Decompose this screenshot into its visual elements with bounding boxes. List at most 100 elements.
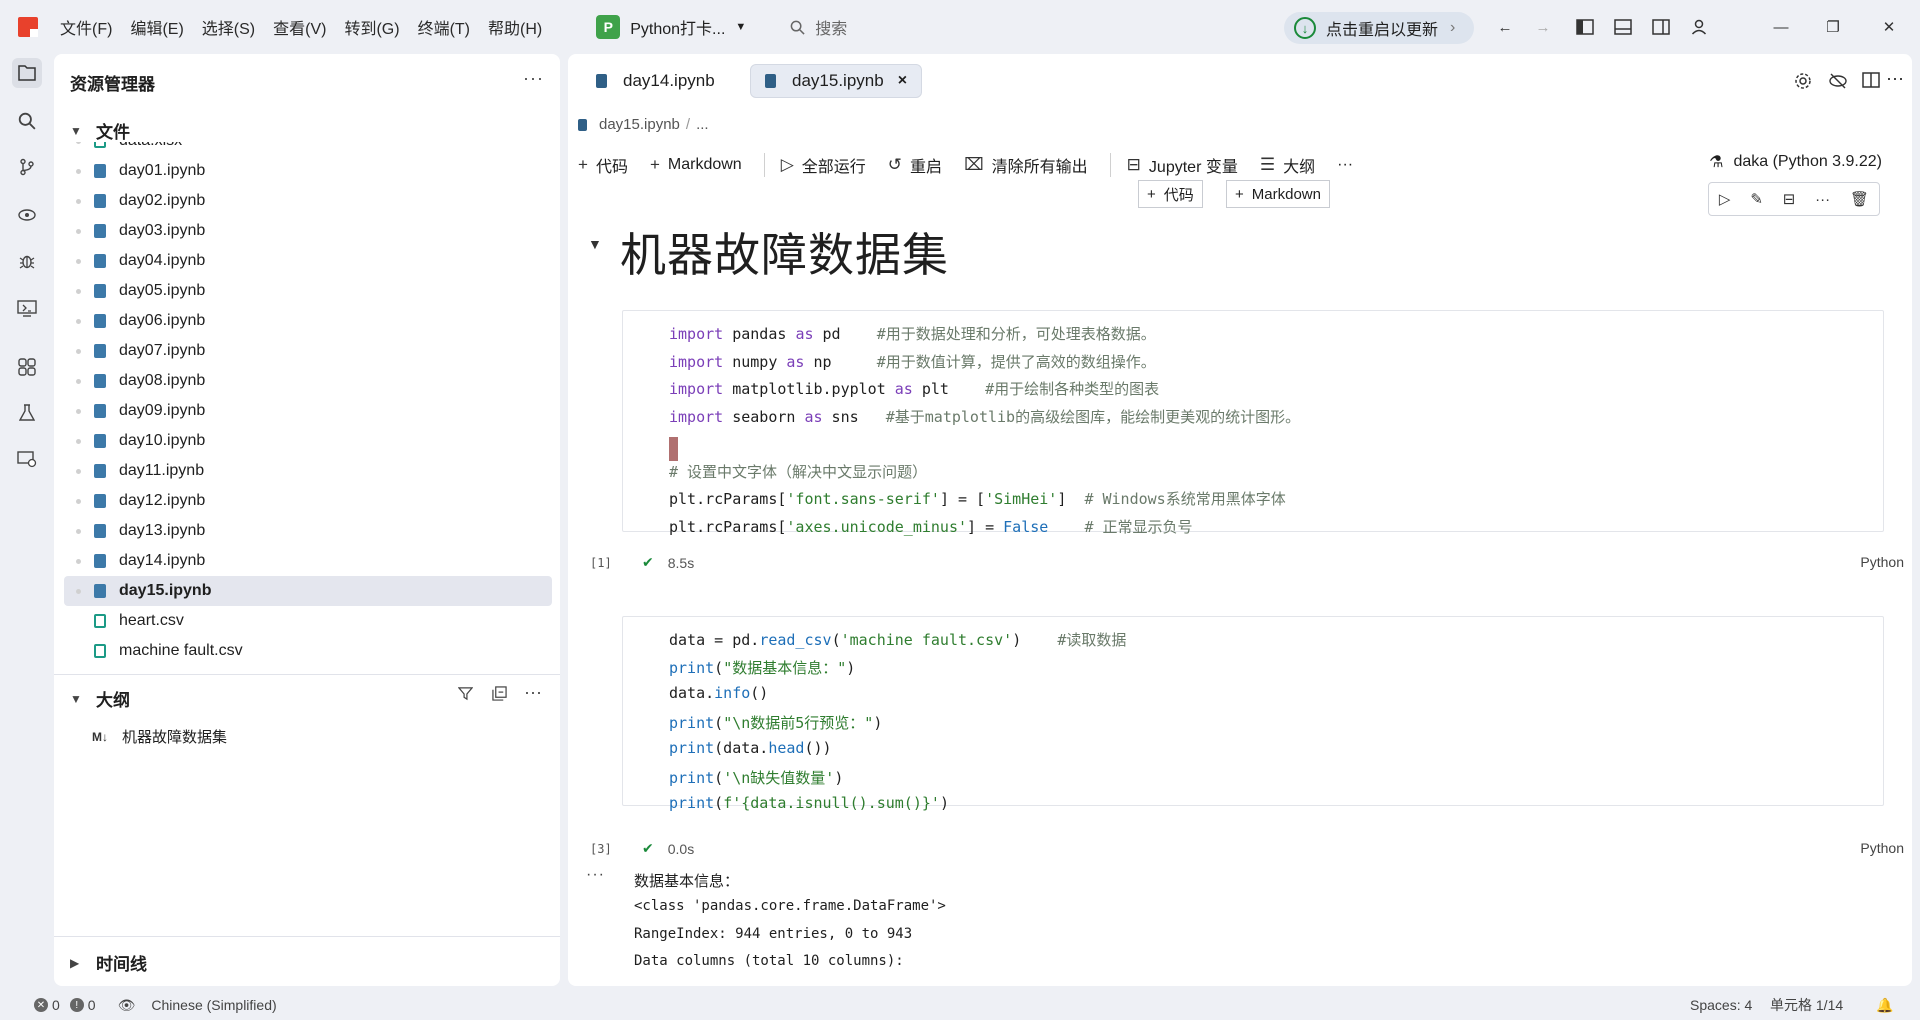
add-code-cell-button[interactable]: + 代码 xyxy=(578,153,628,177)
file-item[interactable]: day12.ipynb xyxy=(64,486,552,516)
extensions-icon[interactable] xyxy=(12,352,42,382)
restore-icon[interactable]: ❐ xyxy=(1822,16,1844,38)
explorer-icon[interactable] xyxy=(12,58,42,88)
outline-button[interactable]: ☰ 大纲 xyxy=(1260,153,1315,177)
restart-update-button[interactable]: ↓ 点击重启以更新 › xyxy=(1284,12,1474,44)
account-icon[interactable] xyxy=(1688,16,1710,38)
file-item[interactable]: day10.ipynb xyxy=(64,426,552,456)
file-dot xyxy=(76,228,81,234)
editor-more-icon[interactable]: ··· xyxy=(1886,68,1904,89)
testing-flask-icon[interactable] xyxy=(12,398,42,428)
split-editor-icon[interactable] xyxy=(1862,72,1880,92)
clear-outputs-button[interactable]: ⌧ 清除所有输出 xyxy=(964,153,1088,177)
insert-code-cell-button[interactable]: + 代码 xyxy=(1138,180,1203,208)
cell-position-status[interactable]: 单元格 1/14 xyxy=(1770,995,1843,1015)
menu-help[interactable]: 帮助(H) xyxy=(488,15,542,39)
close-icon[interactable]: × xyxy=(898,72,907,90)
breadcrumb-rest[interactable]: ... xyxy=(696,116,709,133)
menu-goto[interactable]: 转到(G) xyxy=(344,15,399,39)
kernel-selector[interactable]: ⚗ daka (Python 3.9.22) xyxy=(1709,152,1882,172)
eye-icon[interactable]: 👁 xyxy=(118,997,136,1014)
plus-icon: + xyxy=(649,155,660,174)
toggle-secondary-sidebar-icon[interactable] xyxy=(1650,16,1672,38)
insert-markdown-cell-button[interactable]: + Markdown xyxy=(1226,180,1330,208)
outline-more-icon[interactable]: ··· xyxy=(524,682,542,703)
cell-language-label[interactable]: Python xyxy=(1860,840,1904,856)
debug-icon[interactable] xyxy=(12,246,42,276)
restart-button[interactable]: ↺ 重启 xyxy=(888,153,942,177)
minimize-icon[interactable]: — xyxy=(1770,16,1792,38)
profile-selector[interactable]: P Python打卡... ▼ xyxy=(588,10,754,44)
add-markdown-label: Markdown xyxy=(667,156,742,173)
timeline-section-header[interactable]: ▶ 时间线 xyxy=(70,950,147,975)
more-actions-icon[interactable]: ··· xyxy=(523,68,544,89)
hide-icon[interactable] xyxy=(1828,72,1848,94)
output-more-icon[interactable]: ··· xyxy=(586,866,605,884)
tab-day14[interactable]: day14.ipynb xyxy=(582,64,729,98)
code-cell-2[interactable]: data = pd.read_csv('machine fault.csv') … xyxy=(622,616,1884,812)
breadcrumb-file[interactable]: day15.ipynb xyxy=(599,116,680,133)
collapse-all-icon[interactable] xyxy=(492,686,507,705)
menu-view[interactable]: 查看(V) xyxy=(273,15,326,39)
notebook-icon xyxy=(94,494,106,508)
tab-day15[interactable]: day15.ipynb × xyxy=(750,64,923,98)
file-item[interactable]: heart.csv xyxy=(64,606,552,636)
file-item[interactable]: day04.ipynb xyxy=(64,246,552,276)
jupyter-variables-button[interactable]: ⊟ Jupyter 变量 xyxy=(1127,153,1238,177)
files-section-header[interactable]: ▼ 文件 xyxy=(70,118,130,143)
file-item-data-xlsx[interactable]: data.xlsx xyxy=(64,142,552,156)
cell-more-icon[interactable]: ··· xyxy=(1815,191,1830,208)
outline-item-heading[interactable]: M↓ 机器故障数据集 xyxy=(92,726,227,747)
activity-bar xyxy=(0,54,54,986)
file-item[interactable]: day02.ipynb xyxy=(64,186,552,216)
file-item[interactable]: day14.ipynb xyxy=(64,546,552,576)
cell-language-label[interactable]: Python xyxy=(1860,554,1904,570)
notifications-bell-icon[interactable]: 🔔 xyxy=(1876,997,1893,1014)
add-markdown-cell-button[interactable]: + Markdown xyxy=(650,155,742,175)
check-icon: ✔ xyxy=(642,840,654,856)
file-item[interactable]: day05.ipynb xyxy=(64,276,552,306)
settings-gear-icon[interactable] xyxy=(1794,72,1812,94)
delete-trash-icon[interactable]: 🗑 xyxy=(1850,190,1869,208)
file-item[interactable]: day09.ipynb xyxy=(64,396,552,426)
edit-pencil-icon[interactable]: ✎ xyxy=(1750,190,1763,208)
collapse-chevron-icon[interactable]: ▼ xyxy=(588,236,602,252)
markdown-heading[interactable]: 机器故障数据集 xyxy=(620,219,949,285)
toggle-sidebar-icon[interactable] xyxy=(1574,16,1596,38)
indentation-status[interactable]: Spaces: 4 xyxy=(1690,997,1752,1013)
run-cell-icon[interactable]: ▷ xyxy=(1719,190,1731,208)
close-window-icon[interactable]: ✕ xyxy=(1878,16,1900,38)
outline-section-header[interactable]: ▼ 大纲 xyxy=(70,686,130,711)
file-list: data.xlsx day01.ipynb day02.ipynb day03.… xyxy=(64,142,552,672)
file-item[interactable]: day11.ipynb xyxy=(64,456,552,486)
filter-icon[interactable] xyxy=(457,686,474,705)
remote-explorer-2-icon[interactable] xyxy=(12,444,42,474)
source-control-icon[interactable] xyxy=(12,152,42,182)
remote-window-icon[interactable] xyxy=(12,294,42,324)
file-item[interactable]: day08.ipynb xyxy=(64,366,552,396)
split-cell-icon[interactable]: ⊟ xyxy=(1783,190,1796,208)
menu-terminal[interactable]: 终端(T) xyxy=(418,15,470,39)
menu-select[interactable]: 选择(S) xyxy=(202,15,255,39)
file-item[interactable]: day13.ipynb xyxy=(64,516,552,546)
toggle-panel-icon[interactable] xyxy=(1612,16,1634,38)
code-cell-1[interactable]: import pandas as pd #用于数据处理和分析，可处理表格数据。 … xyxy=(622,310,1884,536)
language-status[interactable]: Chinese (Simplified) xyxy=(151,997,276,1013)
file-item[interactable]: day03.ipynb xyxy=(64,216,552,246)
file-item[interactable]: day07.ipynb xyxy=(64,336,552,366)
forward-arrow-icon[interactable]: → xyxy=(1532,16,1554,38)
toolbar-more-button[interactable]: ··· xyxy=(1337,156,1353,174)
search-view-icon[interactable] xyxy=(12,106,42,136)
back-arrow-icon[interactable]: ← xyxy=(1494,16,1516,38)
code-line: print(f'{data.isnull().sum()}') xyxy=(669,794,949,812)
problems-indicator[interactable]: ✕ 0 ! 0 xyxy=(34,997,96,1013)
command-search[interactable]: 搜索 xyxy=(790,15,847,39)
file-item[interactable]: day01.ipynb xyxy=(64,156,552,186)
file-item-selected[interactable]: day15.ipynb xyxy=(64,576,552,606)
menu-edit[interactable]: 编辑(E) xyxy=(130,15,183,39)
run-all-button[interactable]: ▷ 全部运行 xyxy=(781,153,866,177)
file-item[interactable]: day06.ipynb xyxy=(64,306,552,336)
remote-explorer-icon[interactable] xyxy=(12,200,42,230)
menu-file[interactable]: 文件(F) xyxy=(60,15,112,39)
file-item[interactable]: machine fault.csv xyxy=(64,636,552,666)
